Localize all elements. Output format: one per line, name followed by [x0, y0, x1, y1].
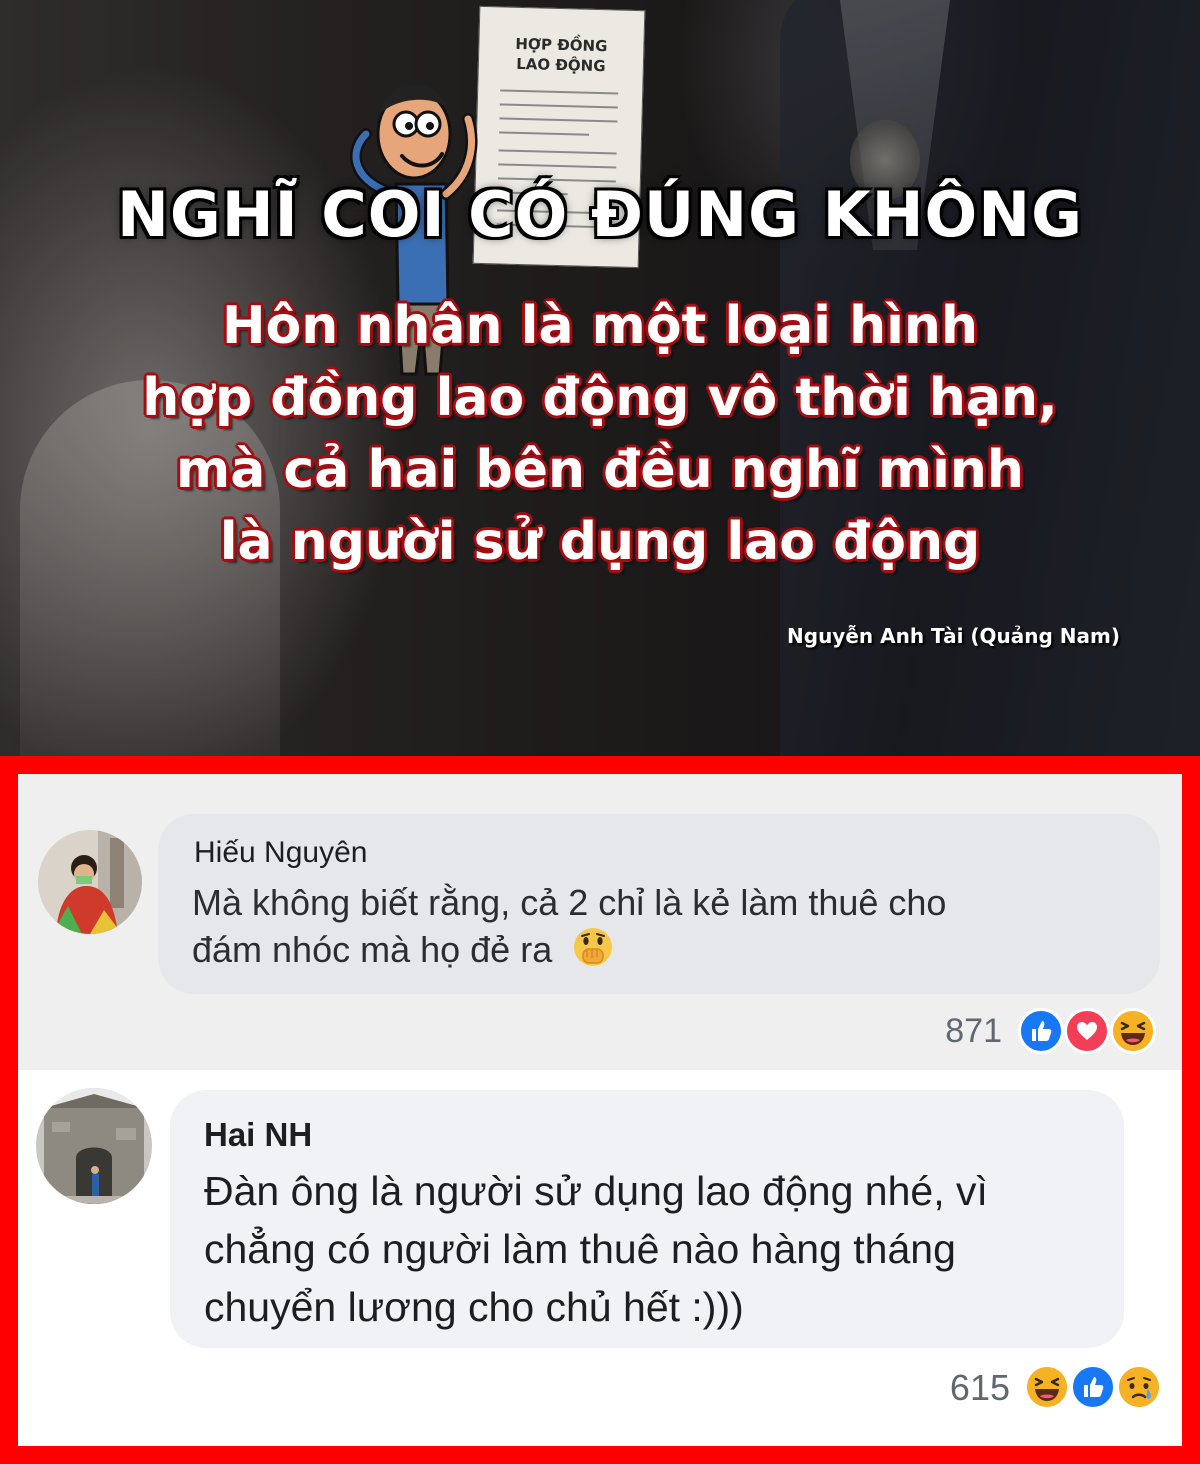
contract-title-line2: LAO ĐỘNG	[515, 54, 606, 76]
love-icon[interactable]	[1064, 1008, 1110, 1054]
avatar[interactable]	[38, 830, 142, 934]
quote-author: Nguyễn Anh Tài (Quảng Nam)	[787, 624, 1120, 648]
comment-text: Đàn ông là người sử dụng lao động nhé, v…	[204, 1168, 988, 1330]
quote-line: mà cả hai bên đều nghĩ mình	[176, 440, 1024, 500]
reaction-count[interactable]: 615	[898, 1366, 1010, 1410]
haha-icon[interactable]	[1024, 1364, 1070, 1410]
like-icon[interactable]	[1070, 1364, 1116, 1410]
face-with-hand-over-mouth-icon	[574, 928, 613, 966]
haha-icon[interactable]	[1110, 1008, 1156, 1054]
comments-screenshot: Hiếu Nguyên Mà không biết rằng, cả 2 chỉ…	[18, 774, 1182, 1446]
reaction-count[interactable]: 871	[898, 1010, 1002, 1052]
commenter-name[interactable]: Hai NH	[204, 1114, 312, 1156]
avatar[interactable]	[36, 1088, 152, 1204]
commenter-name[interactable]: Hiếu Nguyên	[194, 834, 367, 872]
sad-icon[interactable]	[1116, 1364, 1162, 1410]
comments-frame: Hiếu Nguyên Mà không biết rằng, cả 2 chỉ…	[0, 756, 1200, 1464]
poster-image: HỢP ĐỒNG LAO ĐỘNG NGHĨ COI CÓ ĐÚNG KHÔNG…	[0, 0, 1200, 756]
comment-text: Mà không biết rằng, cả 2 chỉ là kẻ làm t…	[192, 882, 947, 970]
meme-page: HỢP ĐỒNG LAO ĐỘNG NGHĨ COI CÓ ĐÚNG KHÔNG…	[0, 0, 1200, 1464]
quote-text: Hôn nhân là một loại hình hợp đồng lao đ…	[0, 290, 1200, 578]
quote-line: hợp đồng lao động vô thời hạn,	[142, 368, 1058, 428]
quote-line: Hôn nhân là một loại hình	[222, 296, 978, 356]
headline: NGHĨ COI CÓ ĐÚNG KHÔNG	[116, 178, 1084, 251]
like-icon[interactable]	[1018, 1008, 1064, 1054]
quote-line: là người sử dụng lao động	[219, 512, 981, 572]
